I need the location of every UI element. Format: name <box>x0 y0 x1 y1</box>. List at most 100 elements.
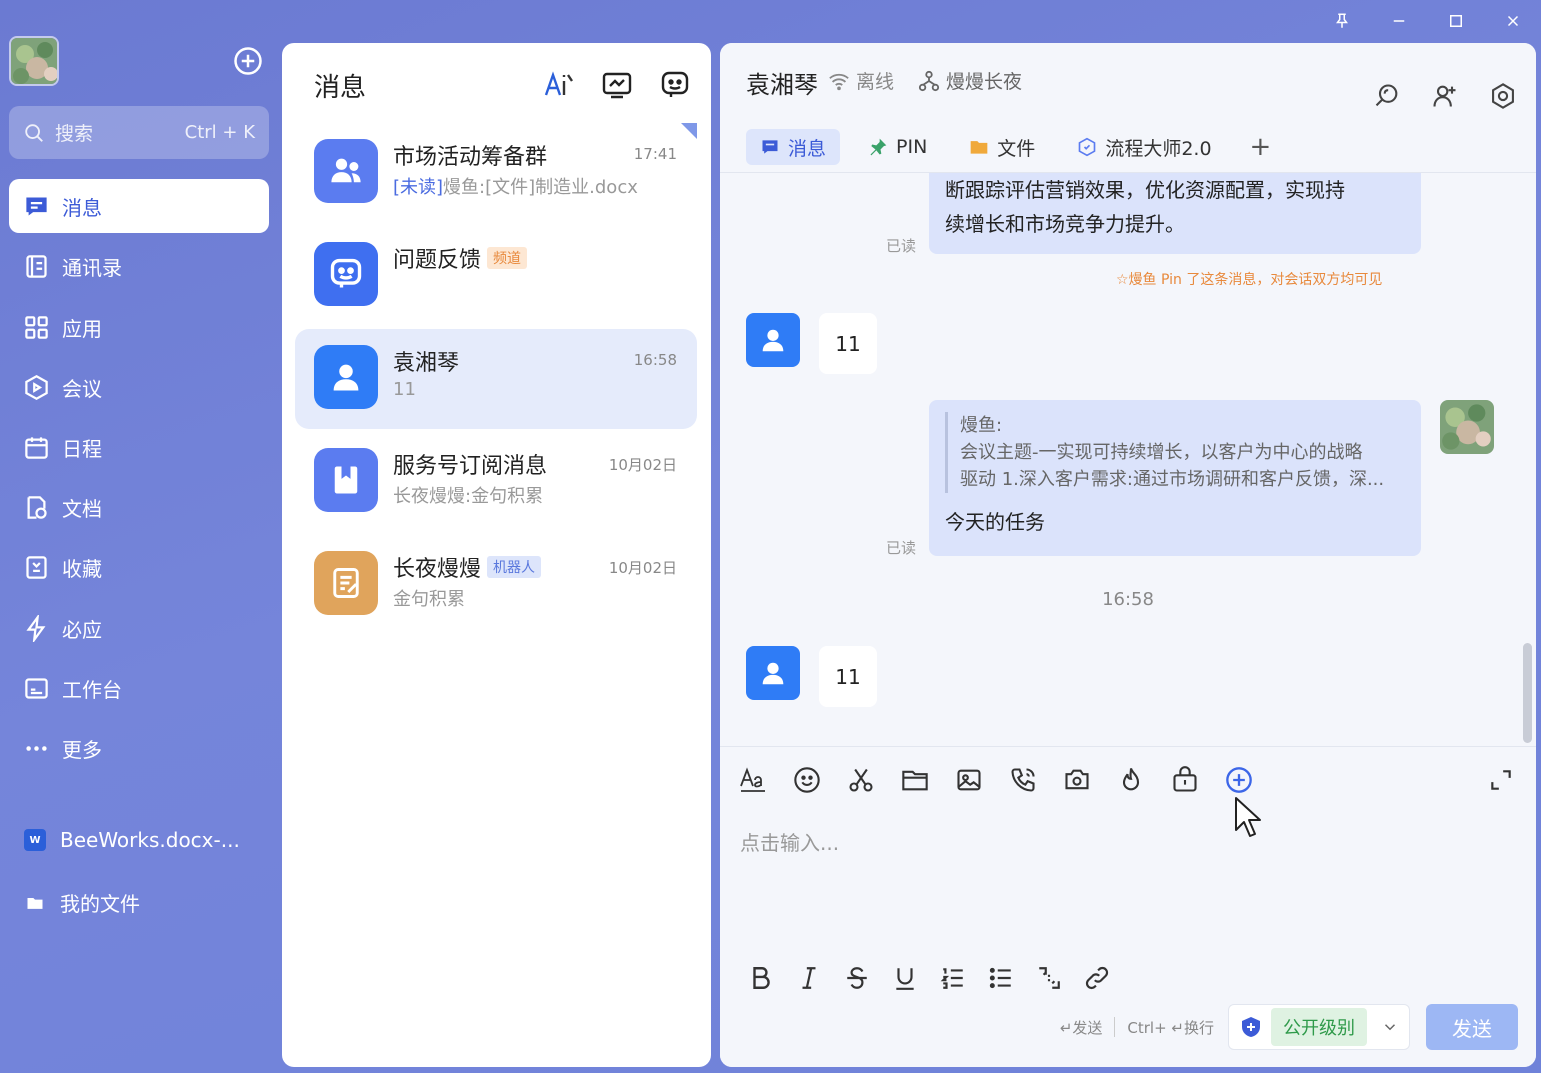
conversation-time: 16:58 <box>633 351 677 369</box>
org-tree-icon <box>918 70 940 91</box>
document-icon <box>27 495 47 519</box>
conversation-preview: [未读]熳鱼:[文件]制造业.docx <box>393 177 638 198</box>
board-button[interactable] <box>599 67 635 103</box>
send-file-button[interactable] <box>900 765 930 795</box>
conversation-name: 问题反馈 频道 <box>393 242 528 274</box>
conversation-item-market[interactable]: 市场活动筹备群 17:41 [未读]熳鱼:[文件]制造业.docx <box>295 123 697 223</box>
create-button[interactable] <box>233 46 263 76</box>
minimize-button[interactable] <box>1370 4 1427 38</box>
tab-messages[interactable]: 消息 <box>746 129 841 165</box>
contacts-icon <box>26 254 47 278</box>
bot-face-icon <box>330 258 362 288</box>
secure-message-button[interactable] <box>1170 765 1200 795</box>
message-bubble-self[interactable]: 断跟踪评估营销效果，优化资源配置，实现持 续增长和市场竞争力提升。 <box>929 173 1421 254</box>
contact-avatar[interactable] <box>746 313 800 367</box>
message-input[interactable]: 点击输入... <box>740 827 839 856</box>
maximize-button[interactable] <box>1427 4 1484 38</box>
robot-tag: 机器人 <box>487 556 542 578</box>
maximize-icon <box>1449 15 1462 27</box>
add-tab-button[interactable]: + <box>1240 129 1282 165</box>
emoji-icon <box>794 767 820 793</box>
search-chat-button[interactable] <box>1370 79 1404 113</box>
bold-button[interactable] <box>748 963 774 993</box>
nav-file-myfiles[interactable]: 我的文件 <box>24 888 140 917</box>
nav-item-workbench[interactable]: 工作台 <box>9 661 269 715</box>
contact-avatar[interactable] <box>746 646 800 700</box>
burn-after-read-button[interactable] <box>1116 765 1146 795</box>
video-icon <box>1065 769 1089 790</box>
nav-item-docs[interactable]: 文档 <box>9 480 269 534</box>
quote-author: 熳鱼: <box>960 415 1003 436</box>
text-format-button[interactable] <box>738 765 768 795</box>
contact-org[interactable]: 熳熳长夜 <box>918 67 1022 94</box>
nav-item-favorites[interactable]: 收藏 <box>9 540 269 594</box>
nav-item-label: 会议 <box>62 376 102 401</box>
tab-flow[interactable]: 流程大师2.0 <box>1063 129 1225 165</box>
nav-item-more[interactable]: 更多 <box>9 721 269 775</box>
send-image-button[interactable] <box>954 765 984 795</box>
underline-button[interactable] <box>892 963 918 993</box>
conversation-item-service[interactable]: 服务号订阅消息 10月02日 长夜熳熳:金句积累 <box>295 432 697 532</box>
conversation-tools <box>541 67 693 103</box>
strikethrough-icon <box>847 967 867 989</box>
message-text: 断跟踪评估营销效果，优化资源配置，实现持 <box>945 178 1345 202</box>
security-level-select[interactable]: 公开级别 <box>1228 1004 1410 1050</box>
nav-item-meeting[interactable]: 会议 <box>9 360 269 414</box>
emoji-button[interactable] <box>792 765 822 795</box>
message-bubble-quote[interactable]: 熳鱼: 会议主题-一实现可持续增长，以客户为中心的战略 驱动 1.深入客户需求:… <box>929 400 1421 556</box>
quote-text: 驱动 1.深入客户需求:通过市场调研和客户反馈，深... <box>960 469 1385 490</box>
conversation-item-robot[interactable]: 长夜熳熳 机器人 10月02日 金句积累 <box>295 535 697 635</box>
call-button[interactable] <box>1008 765 1038 795</box>
conversation-time: 17:41 <box>633 145 677 163</box>
workbench-icon <box>25 677 48 699</box>
message-bubble-contact[interactable]: 11 <box>819 646 877 707</box>
nav-item-bing[interactable]: 必应 <box>9 601 269 655</box>
video-button[interactable] <box>1062 765 1092 795</box>
read-receipt: 已读 <box>886 237 917 255</box>
quote-button[interactable] <box>1036 963 1062 993</box>
more-tools-button[interactable] <box>1224 765 1254 795</box>
expand-icon <box>1491 770 1511 790</box>
nav-item-label: 应用 <box>62 316 102 341</box>
conversation-item-yuan[interactable]: 袁湘琴 16:58 11 <box>295 329 697 429</box>
conversation-list: 消息 市场活动筹备群 17:41 [未读]熳鱼:[文件]制造业.docx 问题反… <box>282 43 711 1067</box>
tab-files[interactable]: 文件 <box>955 129 1049 165</box>
user-avatar[interactable] <box>9 36 59 86</box>
search-box[interactable]: 搜索 Ctrl + K <box>9 106 269 159</box>
self-avatar[interactable] <box>1440 400 1494 454</box>
message-icon <box>26 197 47 215</box>
conversation-time: 10月02日 <box>608 559 677 577</box>
pin-icon <box>870 138 887 156</box>
person-icon <box>762 662 784 685</box>
ordered-list-icon <box>940 968 963 989</box>
strikethrough-button[interactable] <box>844 963 870 993</box>
bullet-list-button[interactable] <box>988 963 1014 993</box>
message-timestamp: 16:58 <box>1102 589 1154 610</box>
nav-item-messages[interactable]: 消息 <box>9 179 269 233</box>
add-member-button[interactable] <box>1428 79 1462 113</box>
conversation-item-feedback[interactable]: 问题反馈 频道 <box>295 226 697 326</box>
conversation-avatar <box>314 448 378 512</box>
nav-item-calendar[interactable]: 日程 <box>9 420 269 474</box>
italic-button[interactable] <box>796 963 822 993</box>
pin-window-button[interactable] <box>1313 4 1370 38</box>
ordered-list-button[interactable] <box>940 963 966 993</box>
send-button[interactable]: 发送 <box>1426 1004 1518 1050</box>
close-button[interactable] <box>1484 4 1541 38</box>
pin-icon <box>1335 13 1348 28</box>
screenshot-button[interactable] <box>846 765 876 795</box>
bot-button[interactable] <box>657 67 693 103</box>
calendar-icon <box>25 436 48 459</box>
nav-item-apps[interactable]: 应用 <box>9 300 269 354</box>
nav-item-contacts[interactable]: 通讯录 <box>9 239 269 293</box>
nav-file-beeworks[interactable]: W BeeWorks.docx-... <box>24 828 240 852</box>
expand-composer-button[interactable] <box>1488 767 1514 793</box>
tab-pin[interactable]: PIN <box>854 129 941 165</box>
link-button[interactable] <box>1084 963 1110 993</box>
ai-assistant-button[interactable] <box>541 67 577 103</box>
message-scrollbar[interactable] <box>1523 643 1532 743</box>
message-bubble-contact[interactable]: 11 <box>819 313 877 374</box>
pin-notice: ☆熳鱼 Pin 了这条消息，对会话双方均可见 <box>1116 272 1383 288</box>
close-icon <box>1507 15 1518 27</box>
chat-settings-button[interactable] <box>1486 79 1520 113</box>
